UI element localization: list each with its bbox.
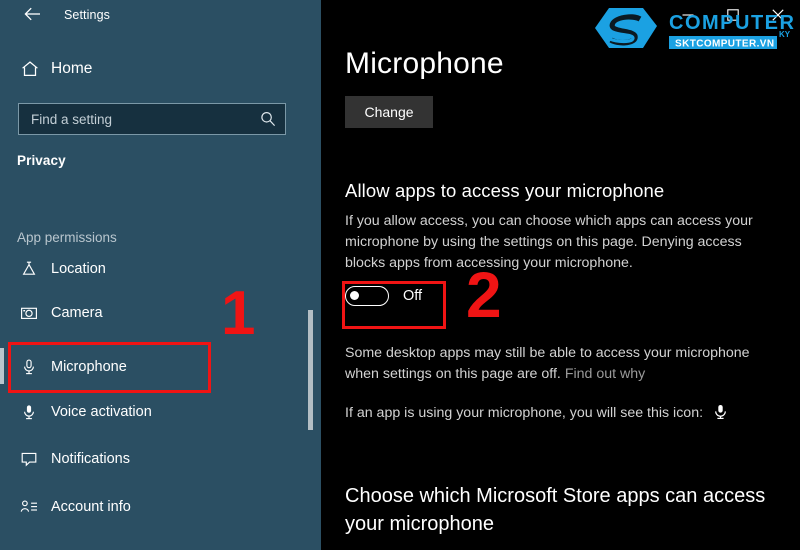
- microphone-icon-note: If an app is using your microphone, you …: [345, 403, 775, 427]
- sidebar-scrollbar-thumb[interactable]: [308, 310, 313, 430]
- svg-text:KY: KY: [779, 30, 791, 39]
- microphone-icon-note-text: If an app is using your microphone, you …: [345, 405, 704, 421]
- toggle-state-label: Off: [403, 288, 423, 304]
- allow-apps-description: If you allow access, you can choose whic…: [345, 213, 753, 271]
- close-button[interactable]: [755, 0, 800, 30]
- sidebar-item-voice-activation[interactable]: Voice activation: [0, 393, 300, 431]
- sidebar-item-location[interactable]: Location: [0, 250, 300, 288]
- sidebar-item-label-voice-activation: Voice activation: [51, 404, 152, 420]
- camera-icon: [19, 303, 39, 323]
- change-button[interactable]: Change: [345, 96, 433, 128]
- svg-text:SKTCOMPUTER.VN: SKTCOMPUTER.VN: [675, 39, 775, 50]
- find-out-why-link[interactable]: Find out why: [565, 366, 645, 382]
- sidebar-item-account-info[interactable]: Account info: [0, 488, 300, 526]
- microphone-icon: [19, 357, 39, 377]
- sidebar-item-camera[interactable]: Camera: [0, 294, 300, 332]
- sidebar-titlebar: Settings: [0, 0, 321, 30]
- notifications-icon: [19, 449, 39, 469]
- sidebar-item-label-camera: Camera: [51, 305, 103, 321]
- voice-activation-icon: [19, 402, 39, 422]
- sidebar-section-label: App permissions: [17, 230, 117, 245]
- desktop-apps-note-text: Some desktop apps may still be able to a…: [345, 345, 750, 382]
- settings-content-pane: COMPUTER KY SKTCOMPUTER.VN Microphone Ch…: [321, 0, 800, 550]
- search-icon[interactable]: [259, 110, 277, 128]
- sidebar-item-label-account-info: Account info: [51, 499, 131, 515]
- back-arrow-icon[interactable]: [22, 6, 44, 26]
- home-icon: [20, 59, 40, 79]
- sidebar-item-label-location: Location: [51, 261, 106, 277]
- search-input[interactable]: [19, 104, 254, 134]
- app-title: Settings: [64, 8, 110, 22]
- sidebar-item-label-microphone: Microphone: [51, 359, 127, 375]
- settings-sidebar: Settings Home Privacy App permissions: [0, 0, 321, 550]
- sidebar-item-home[interactable]: Home: [0, 52, 300, 86]
- search-box[interactable]: [18, 103, 286, 135]
- settings-window: Settings Home Privacy App permissions: [0, 0, 800, 550]
- maximize-button[interactable]: [710, 0, 755, 30]
- sidebar-item-microphone[interactable]: Microphone: [0, 348, 300, 386]
- allow-apps-heading: Allow apps to access your microphone: [345, 180, 665, 201]
- location-icon: [19, 259, 39, 279]
- sidebar-scrollbar-track[interactable]: [308, 0, 318, 550]
- window-controls: [665, 0, 800, 30]
- choose-store-apps-heading: Choose which Microsoft Store apps can ac…: [345, 485, 766, 535]
- sidebar-item-label-home: Home: [51, 60, 93, 77]
- sidebar-item-notifications[interactable]: Notifications: [0, 440, 300, 478]
- account-info-icon: [19, 497, 39, 517]
- sidebar-category-title: Privacy: [17, 153, 66, 168]
- inline-microphone-icon: [713, 403, 728, 427]
- microphone-access-toggle[interactable]: Off: [345, 286, 422, 306]
- toggle-switch-knob: [350, 291, 359, 300]
- page-title: Microphone: [345, 47, 504, 80]
- desktop-apps-note: Some desktop apps may still be able to a…: [345, 343, 775, 385]
- sidebar-item-label-notifications: Notifications: [51, 451, 130, 467]
- minimize-button[interactable]: [665, 0, 710, 30]
- toggle-switch-track[interactable]: [345, 286, 389, 306]
